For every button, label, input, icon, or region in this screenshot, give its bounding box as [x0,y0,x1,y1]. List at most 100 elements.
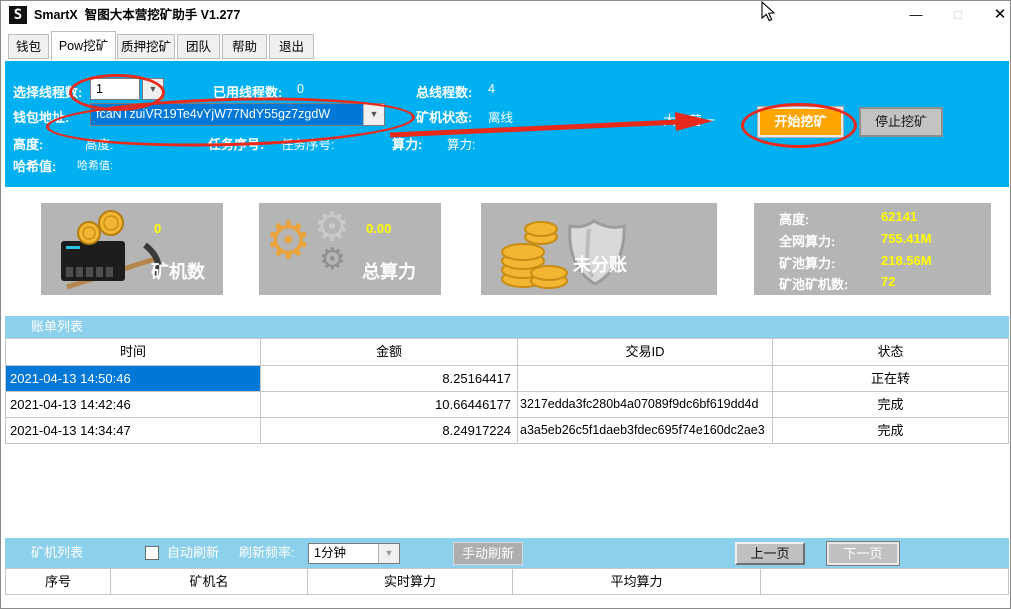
bill-table-row[interactable]: 2021-04-13 14:34:47 8.24917224 a3a5eb26c… [5,417,1009,443]
window-title: SmartX 智图大本营挖矿助手 V1.277 [34,1,240,29]
bill-cell-amount[interactable]: 8.25164417 [261,366,518,391]
gear-icon: ⚙ [319,245,346,275]
miner-col-name[interactable]: 矿机名 [111,569,308,594]
prev-page-button[interactable]: 上一页 [735,542,805,565]
bill-cell-status[interactable]: 完成 [773,418,1009,443]
bill-list-title: 账单列表 [31,316,83,338]
manual-refresh-button[interactable]: 手动刷新 [453,542,523,565]
height-value: 高度: [85,134,113,153]
network-hashrate-label: 全网算力: [779,231,835,250]
minimize-button[interactable]: — [901,1,931,29]
bill-cell-time[interactable]: 2021-04-13 14:42:46 [5,392,261,417]
refresh-rate-value[interactable]: 1分钟 [309,544,378,563]
thread-count-select[interactable]: 1 [90,78,140,100]
auto-refresh-checkbox[interactable] [145,546,159,560]
pool-miner-count-value: 72 [881,274,895,289]
chevron-down-icon[interactable]: ▼ [143,79,163,99]
miner-count-label: 矿机数 [151,258,205,284]
total-hashrate-value: 0.00 [366,221,391,236]
tab-pow-mining[interactable]: Pow挖矿 [51,31,116,60]
tab-team[interactable]: 团队 [177,34,220,59]
bill-cell-amount[interactable]: 8.24917224 [261,418,518,443]
miner-col-realtime-hashrate[interactable]: 实时算力 [308,569,513,594]
app-window: S SmartX 智图大本营挖矿助手 V1.277 — □ ✕ 钱包 Pow挖矿… [0,0,1011,609]
miner-col-index[interactable]: 序号 [5,569,111,594]
used-threads-label: 已用线程数: [213,82,282,101]
total-threads-label: 总线程数: [416,82,472,101]
gear-icon: ⚙ [314,207,350,247]
chevron-down-icon[interactable]: ▼ [363,104,384,125]
chevron-down-icon[interactable]: ▼ [378,544,399,563]
miner-col-average-hashrate[interactable]: 平均算力 [513,569,761,594]
bill-cell-time[interactable]: 2021-04-13 14:50:46 [5,366,261,391]
bill-col-status[interactable]: 状态 [773,339,1009,365]
tab-stake-mining[interactable]: 质押挖矿 [117,34,175,59]
hash-label: 哈希值: [13,156,56,175]
card-total-hashrate: ⚙ ⚙ ⚙ 0.00 总算力 [259,203,441,295]
mining-control-panel: 选择线程数: 1 ▼ 已用线程数: 0 总线程数: 4 钱包地址: fcaNTz… [5,61,1009,187]
tab-wallet[interactable]: 钱包 [8,34,49,59]
pool-height-value: 62141 [881,209,917,224]
bill-cell-status[interactable]: 正在转 [773,366,1009,391]
task-number-value: 任务序号: [281,134,334,153]
start-mining-button[interactable]: 开始挖矿 [758,107,843,137]
miner-status-label: 矿机状态: [416,107,472,126]
pool-height-label: 高度: [779,209,809,228]
auto-refresh-label: 自动刷新 [167,538,219,568]
thread-count-value[interactable]: 1 [91,79,139,99]
bill-cell-txid[interactable] [518,366,773,391]
tab-exit[interactable]: 退出 [269,34,314,59]
thread-select-label: 选择线程数: [13,82,82,101]
task-number-label: 任务序号: [208,134,264,153]
bill-cell-txid[interactable]: 3217edda3fc280b4a07089f9dc6bf619dd4d [518,392,773,417]
bill-col-amount[interactable]: 金额 [261,339,518,365]
pool-hashrate-value: 218.56M [881,253,932,268]
wallet-address-select[interactable]: fcaNTzuiVR19Te4vYjW77NdY55gz7zgdW ▼ [90,103,385,126]
miner-table: 序号 矿机名 实时算力 平均算力 [5,568,1009,595]
tab-help[interactable]: 帮助 [222,34,267,59]
pool-miner-count-label: 矿池矿机数: [779,274,848,293]
card-miner-count: 0 矿机数 [41,203,223,295]
bill-col-time[interactable]: 时间 [5,339,261,365]
total-hashrate-label: 总算力 [362,258,416,284]
bill-cell-txid[interactable]: a3a5eb26c5f1daeb3fdec695f74e160dc2ae3 [518,418,773,443]
network-hashrate-value: 755.41M [881,231,932,246]
bill-list-header-bar: 账单列表 [5,316,1009,338]
bill-table-header-row: 时间 金额 交易ID 状态 [5,338,1009,365]
bill-table-row[interactable]: 2021-04-13 14:42:46 10.66446177 3217edda… [5,391,1009,417]
miner-list-bar: 矿机列表 自动刷新 刷新频率: 1分钟 ▼ 手动刷新 上一页 下一页 [5,538,1009,568]
hashrate-value: 算力: [447,134,475,153]
bill-cell-time[interactable]: 2021-04-13 14:34:47 [5,418,261,443]
coins-shield-icon [489,207,639,291]
bill-cell-status[interactable]: 完成 [773,392,1009,417]
mouse-cursor-icon [760,1,776,23]
gear-icon: ⚙ [265,215,312,267]
miner-col-empty [761,569,1009,594]
total-threads-value: 4 [488,82,495,96]
refresh-rate-select[interactable]: 1分钟 ▼ [308,543,400,564]
wallet-address-label: 钱包地址: [13,107,69,126]
unsettled-label: 未分账 [573,251,627,277]
hash-value: 哈希值: [77,157,113,173]
refresh-rate-label: 刷新频率: [239,538,295,568]
camp-name-label: 大本营一 [663,110,715,129]
thread-count-dropdown-button[interactable]: ▼ [142,78,164,100]
bill-cell-amount[interactable]: 10.66446177 [261,392,518,417]
miner-list-title: 矿机列表 [31,538,83,568]
used-threads-value: 0 [297,82,304,96]
wallet-address-value[interactable]: fcaNTzuiVR19Te4vYjW77NdY55gz7zgdW [91,104,363,125]
bill-col-txid[interactable]: 交易ID [518,339,773,365]
hashrate-label: 算力: [392,134,422,153]
next-page-button[interactable]: 下一页 [827,542,899,565]
app-logo-icon: S [9,6,27,24]
pool-stats-panel: 高度: 62141 全网算力: 755.41M 矿池算力: 218.56M 矿池… [754,203,991,295]
maximize-button: □ [943,1,973,29]
bill-table: 时间 金额 交易ID 状态 2021-04-13 14:50:46 8.2516… [5,338,1009,444]
miner-table-header-row: 序号 矿机名 实时算力 平均算力 [5,568,1009,595]
pool-hashrate-label: 矿池算力: [779,253,835,272]
close-button[interactable]: ✕ [985,1,1011,29]
stop-mining-button[interactable]: 停止挖矿 [859,107,943,137]
titlebar[interactable]: S SmartX 智图大本营挖矿助手 V1.277 — □ ✕ [1,1,1010,29]
card-unsettled: 未分账 [481,203,717,295]
bill-table-row[interactable]: 2021-04-13 14:50:46 8.25164417 正在转 [5,365,1009,391]
